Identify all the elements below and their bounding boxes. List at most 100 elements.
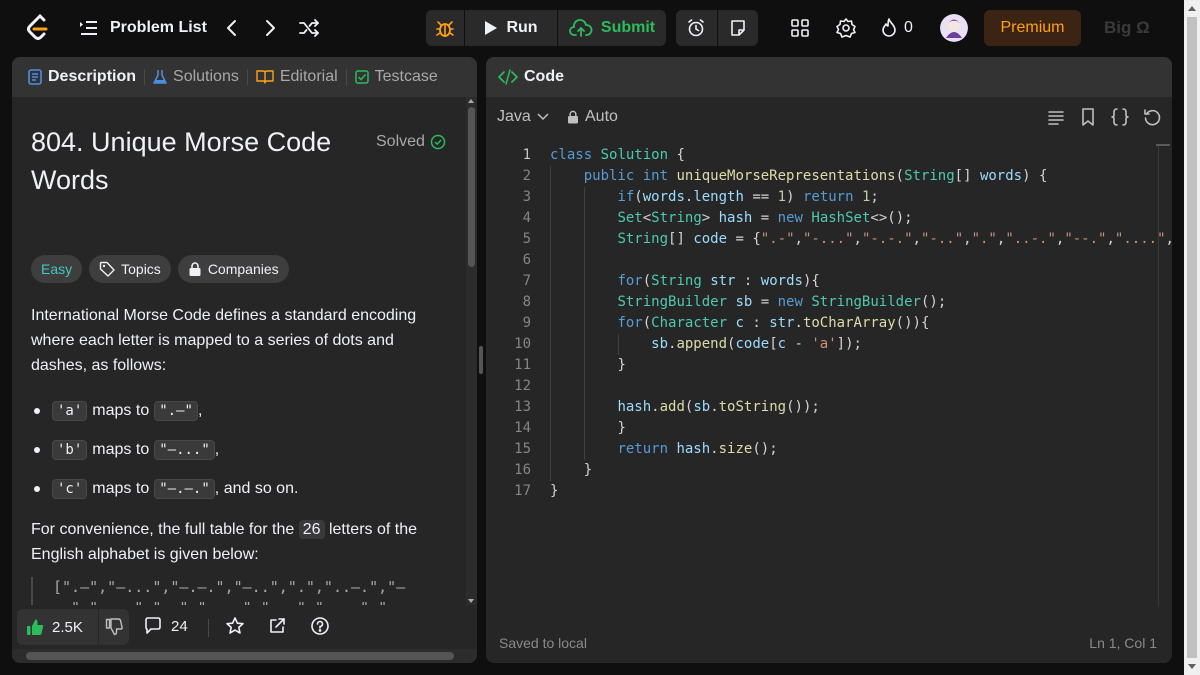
panel-resize-handle[interactable]: [479, 346, 483, 374]
tab-description[interactable]: Description: [12, 57, 136, 97]
code-line[interactable]: 7 for(String str : words){: [486, 271, 1172, 292]
scroll-up-arrow[interactable]: [468, 99, 474, 103]
next-problem-icon[interactable]: [258, 16, 282, 40]
list-item: 'b' maps to "–..." ,: [31, 430, 446, 469]
scroll-down-arrow[interactable]: [1188, 664, 1196, 669]
code-text[interactable]: }: [550, 460, 592, 481]
dislike-button[interactable]: [99, 609, 129, 645]
code-line[interactable]: 13 hash.add(sb.toString());: [486, 397, 1172, 418]
alarm-clock-button[interactable]: [676, 10, 718, 46]
code-text[interactable]: }: [550, 355, 625, 376]
problem-title[interactable]: 804. Unique Morse Code Words: [31, 123, 361, 199]
code-text[interactable]: }: [550, 418, 625, 439]
problem-list-link[interactable]: Problem List: [110, 18, 207, 38]
code-text[interactable]: Set<String> hash = new HashSet<>();: [550, 208, 912, 229]
scroll-up-arrow[interactable]: [1188, 6, 1196, 11]
maps-to-text: maps to: [92, 440, 150, 458]
morse-chip: "–...": [154, 439, 215, 460]
code-text[interactable]: for(Character c : str.toCharArray()){: [550, 313, 929, 334]
code-line[interactable]: 6: [486, 250, 1172, 271]
debug-button[interactable]: [426, 10, 465, 46]
description-scrollbar[interactable]: [466, 97, 477, 605]
tab-testcase[interactable]: Testcase: [354, 57, 438, 97]
layout-icon[interactable]: [788, 16, 812, 40]
code-text[interactable]: }: [550, 481, 558, 502]
help-icon[interactable]: [310, 616, 330, 636]
overview-ruler-mark: [1156, 144, 1170, 146]
scrollbar-thumb[interactable]: [1187, 17, 1197, 658]
code-line[interactable]: 17}: [486, 481, 1172, 502]
code-line[interactable]: 4 Set<String> hash = new HashSet<>();: [486, 208, 1172, 229]
premium-button[interactable]: Premium: [984, 10, 1081, 46]
editor-scrollbar[interactable]: [1158, 145, 1159, 607]
save-status: Saved to local: [499, 635, 587, 651]
format-lines-icon[interactable]: [1046, 107, 1066, 127]
submit-label: Submit: [600, 19, 656, 36]
description-actions: 2.5K 24: [12, 607, 477, 649]
tab-editorial-label: Editorial: [279, 68, 338, 85]
line-number: 15: [514, 441, 531, 457]
code-line[interactable]: 3 if(words.length == 1) return 1;: [486, 187, 1172, 208]
tab-code[interactable]: Code: [486, 57, 564, 97]
lock-icon: [189, 262, 201, 276]
user-avatar[interactable]: [940, 14, 968, 42]
tab-editorial[interactable]: Editorial: [256, 57, 338, 97]
scrollbar-thumb[interactable]: [26, 652, 454, 660]
submit-button[interactable]: Submit: [558, 10, 666, 46]
code-text[interactable]: hash.add(sb.toString());: [550, 397, 819, 418]
line-number: 10: [514, 336, 531, 352]
code-text[interactable]: StringBuilder sb = new StringBuilder();: [550, 292, 946, 313]
code-text[interactable]: public int uniqueMorseRepresentations(St…: [550, 166, 1048, 187]
streak-counter[interactable]: 0: [880, 16, 913, 40]
shuffle-icon[interactable]: [297, 16, 321, 40]
code-line[interactable]: 5 String[] code = {".-","-...","-.-.","-…: [486, 229, 1172, 250]
topics-tag[interactable]: Topics: [89, 255, 171, 283]
problem-list-icon[interactable]: [78, 18, 98, 38]
curly-braces-icon[interactable]: [1110, 107, 1130, 127]
description-horizontal-scrollbar[interactable]: [12, 649, 477, 663]
code-text[interactable]: class Solution {: [550, 145, 685, 166]
lock-icon: [568, 110, 578, 124]
settings-gear-icon[interactable]: [834, 16, 858, 40]
reset-code-icon[interactable]: [1142, 107, 1162, 127]
code-line[interactable]: 15 return hash.size();: [486, 439, 1172, 460]
comments-button[interactable]: 24: [143, 616, 188, 636]
editor-status-bar: Saved to local Ln 1, Col 1: [486, 627, 1172, 657]
tab-solutions[interactable]: Solutions: [153, 57, 239, 97]
run-button[interactable]: Run: [465, 10, 558, 46]
scrollbar-thumb[interactable]: [468, 107, 475, 267]
code-line[interactable]: 14 }: [486, 418, 1172, 439]
code-text[interactable]: String[] code = {".-","-...","-.-.","-..…: [550, 229, 1172, 250]
big-o-label[interactable]: Big Ω: [1104, 18, 1150, 38]
book-icon: [256, 70, 274, 84]
notes-button[interactable]: [718, 10, 759, 46]
code-text[interactable]: sb.append(code[c - 'a']);: [550, 334, 862, 355]
like-button[interactable]: 2.5K: [17, 609, 99, 645]
code-line[interactable]: 12: [486, 376, 1172, 397]
code-text[interactable]: for(String str : words){: [550, 271, 819, 292]
companies-tag[interactable]: Companies: [177, 255, 289, 283]
share-icon[interactable]: [267, 616, 287, 636]
code-line[interactable]: 2 public int uniqueMorseRepresentations(…: [486, 166, 1172, 187]
scroll-down-arrow[interactable]: [468, 599, 474, 603]
code-line[interactable]: 16 }: [486, 460, 1172, 481]
favorite-star-icon[interactable]: [225, 616, 245, 636]
page-scrollbar[interactable]: [1184, 0, 1200, 675]
code-line[interactable]: 10 sb.append(code[c - 'a']);: [486, 334, 1172, 355]
flame-icon: [882, 18, 896, 37]
code-text[interactable]: if(words.length == 1) return 1;: [550, 187, 878, 208]
code-line[interactable]: 1 class Solution {: [486, 145, 1172, 166]
tab-divider: [345, 69, 347, 85]
code-line[interactable]: 8 StringBuilder sb = new StringBuilder()…: [486, 292, 1172, 313]
prev-problem-icon[interactable]: [220, 16, 244, 40]
leetcode-logo-icon[interactable]: [24, 14, 52, 42]
tab-divider: [144, 69, 146, 85]
auto-mode-toggle[interactable]: Auto: [567, 108, 618, 126]
bookmark-icon[interactable]: [1078, 107, 1098, 127]
language-selector[interactable]: Java: [497, 108, 549, 126]
example-list: 'a' maps to ".–" , 'b' maps to "–..." , …: [31, 391, 446, 508]
code-line[interactable]: 9 for(Character c : str.toCharArray()){: [486, 313, 1172, 334]
code-line[interactable]: 11 }: [486, 355, 1172, 376]
cursor-position[interactable]: Ln 1, Col 1: [1089, 635, 1157, 651]
code-editor[interactable]: 1 class Solution {2 public int uniqueMors…: [486, 145, 1172, 615]
